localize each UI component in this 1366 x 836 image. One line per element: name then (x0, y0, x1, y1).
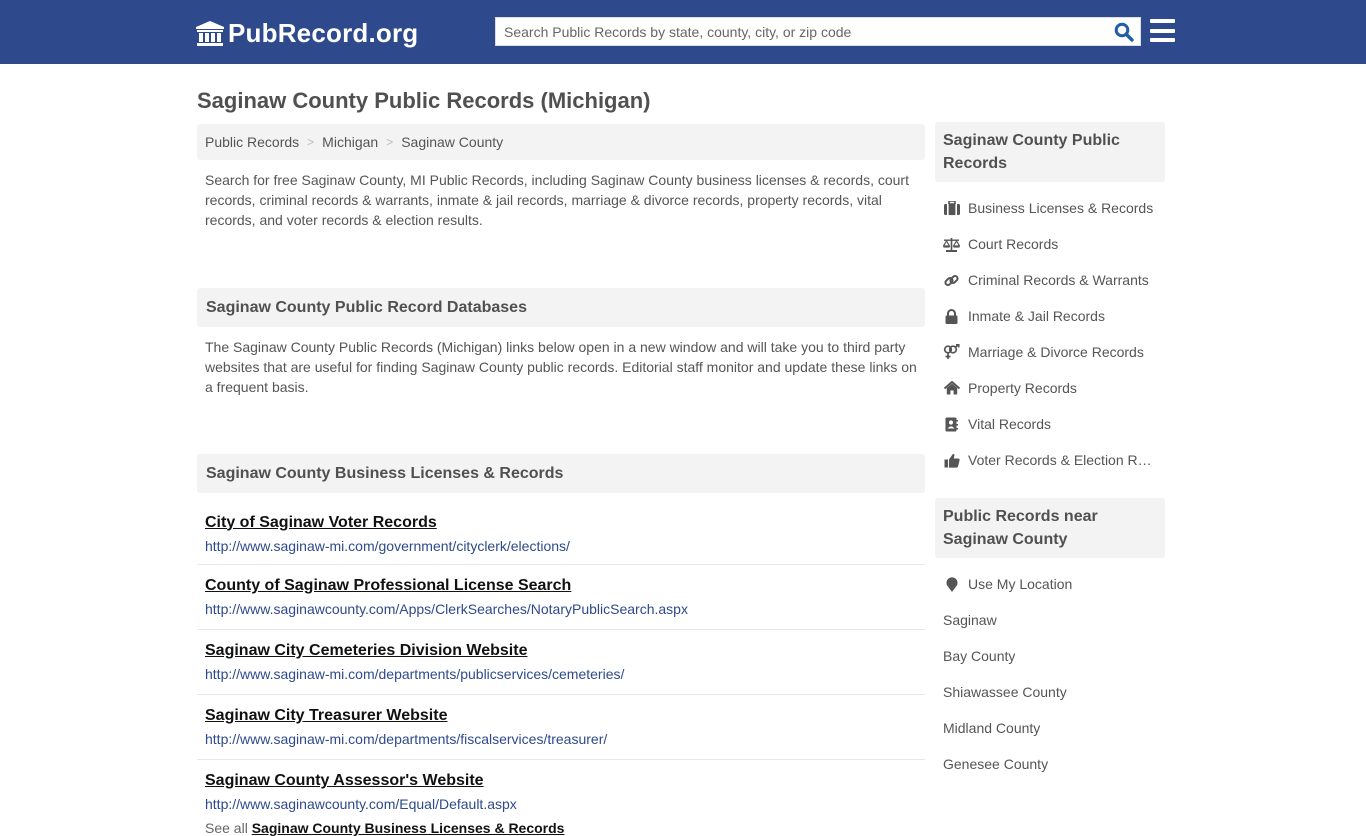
sidebar-item-label: Property Records (968, 380, 1077, 396)
breadcrumb-michigan[interactable]: Michigan (322, 134, 378, 150)
nearby-item-label: Genesee County (943, 756, 1049, 772)
see-all-business-link[interactable]: Saginaw County Business Licenses & Recor… (252, 820, 565, 836)
sidebar-item-label: Court Records (968, 236, 1059, 252)
sidebar-item-marriage-records[interactable]: Marriage & Divorce Records (935, 334, 1165, 370)
record-link-title[interactable]: City of Saginaw Voter Records (205, 513, 917, 533)
nearby-item-saginaw[interactable]: Saginaw (935, 602, 1165, 638)
page-title: Saginaw County Public Records (Michigan) (197, 88, 651, 113)
databases-description: The Saginaw County Public Records (Michi… (205, 339, 917, 395)
breadcrumb-saginaw-county[interactable]: Saginaw County (401, 134, 503, 150)
sidebar-item-label: Marriage & Divorce Records (968, 344, 1144, 360)
menu-bar-line (1150, 38, 1175, 42)
record-link-title[interactable]: County of Saginaw Professional License S… (205, 576, 917, 596)
sidebar-records-heading: Saginaw County Public Records (935, 122, 1165, 182)
sidebar-item-property-records[interactable]: Property Records (935, 370, 1165, 406)
sidebar-item-label: Vital Records (968, 416, 1052, 432)
record-link-title[interactable]: Saginaw County Assessor's Website (205, 771, 917, 791)
business-licenses-heading: Saginaw County Business Licenses & Recor… (197, 454, 925, 493)
sidebar-item-label: Inmate & Jail Records (968, 308, 1105, 324)
briefcase-icon (943, 200, 960, 216)
nearby-heading: Public Records near Saginaw County (935, 498, 1165, 558)
sidebar-item-criminal-records[interactable]: Criminal Records & Warrants (935, 262, 1165, 298)
sidebar-item-inmate-records[interactable]: Inmate & Jail Records (935, 298, 1165, 334)
list-item: Saginaw County Assessor's Website http:/… (197, 760, 925, 824)
breadcrumb: Public Records > Michigan > Saginaw Coun… (197, 124, 925, 160)
record-link-url: http://www.saginawcounty.com/Equal/Defau… (205, 796, 517, 812)
sidebar-item-court-records[interactable]: Court Records (935, 226, 1165, 262)
list-item: Saginaw City Cemeteries Division Website… (197, 630, 925, 695)
nearby-list: Use My Location Saginaw Bay County Shiaw… (935, 558, 1165, 782)
list-item: City of Saginaw Voter Records http://www… (197, 493, 925, 565)
breadcrumb-separator: > (386, 135, 394, 149)
nearby-item-bay-county[interactable]: Bay County (935, 638, 1165, 674)
nearby-item-genesee-county[interactable]: Genesee County (935, 746, 1165, 782)
nearby-section: Public Records near Saginaw County Use M… (935, 498, 1165, 782)
record-link-url: http://www.saginaw-mi.com/departments/fi… (205, 731, 608, 747)
menu-bar-line (1150, 19, 1175, 23)
link-icon (943, 272, 960, 288)
search-button[interactable] (1108, 18, 1140, 45)
sidebar-item-label: Voter Records & Election Results (968, 452, 1156, 468)
map-marker-icon (943, 576, 960, 592)
home-icon (943, 380, 960, 396)
record-link-title[interactable]: Saginaw City Cemeteries Division Website (205, 641, 917, 661)
search-input[interactable] (496, 18, 1108, 45)
sidebar-records-list: Business Licenses & Records Court Record… (935, 182, 1165, 478)
site-logo[interactable]: PubRecord.org (196, 18, 418, 49)
address-book-icon (943, 416, 960, 432)
breadcrumb-separator: > (307, 135, 315, 149)
record-link-url: http://www.saginaw-mi.com/departments/pu… (205, 666, 625, 682)
nearby-item-label: Saginaw (943, 612, 997, 628)
use-my-location-button[interactable]: Use My Location (935, 566, 1165, 602)
record-link-url: http://www.saginawcounty.com/Apps/ClerkS… (205, 601, 688, 617)
menu-bar-line (1150, 28, 1175, 33)
see-all-prefix: See all (205, 820, 248, 836)
list-item: Saginaw City Treasurer Website http://ww… (197, 695, 925, 760)
sidebar-item-voter-records[interactable]: Voter Records & Election Results (935, 442, 1165, 478)
logo-text: PubRecord.org (228, 18, 419, 48)
see-all-row: See all Saginaw County Business Licenses… (197, 820, 925, 836)
sidebar-item-business-licenses[interactable]: Business Licenses & Records (935, 190, 1165, 226)
sidebar-item-label: Criminal Records & Warrants (968, 272, 1149, 288)
sidebar-item-vital-records[interactable]: Vital Records (935, 406, 1165, 442)
balance-scale-icon (943, 236, 960, 252)
sidebar: Saginaw County Public Records Business L… (935, 122, 1165, 782)
record-link-title[interactable]: Saginaw City Treasurer Website (205, 706, 917, 726)
search-bar (495, 17, 1141, 46)
thumbs-up-icon (943, 452, 960, 468)
nearby-item-label: Shiawassee County (943, 684, 1067, 700)
hamburger-menu-button[interactable] (1150, 19, 1175, 42)
courthouse-icon (196, 20, 224, 46)
top-navigation-bar: PubRecord.org (0, 0, 1366, 64)
intro-paragraph: Search for free Saginaw County, MI Publi… (205, 172, 909, 228)
breadcrumb-public-records[interactable]: Public Records (205, 134, 299, 150)
search-icon (1114, 22, 1134, 42)
list-item: County of Saginaw Professional License S… (197, 565, 925, 630)
nearby-item-label: Bay County (943, 648, 1016, 664)
databases-heading: Saginaw County Public Record Databases (197, 288, 925, 327)
nearby-item-label: Midland County (943, 720, 1041, 736)
record-link-url: http://www.saginaw-mi.com/government/cit… (205, 537, 570, 554)
use-my-location-label: Use My Location (968, 576, 1073, 592)
main-content: Public Records > Michigan > Saginaw Coun… (197, 124, 925, 836)
lock-icon (943, 308, 960, 324)
business-links-list: City of Saginaw Voter Records http://www… (197, 493, 925, 824)
nearby-item-shiawassee-county[interactable]: Shiawassee County (935, 674, 1165, 710)
venus-mars-icon (943, 344, 960, 360)
sidebar-item-label: Business Licenses & Records (968, 200, 1154, 216)
nearby-item-midland-county[interactable]: Midland County (935, 710, 1165, 746)
